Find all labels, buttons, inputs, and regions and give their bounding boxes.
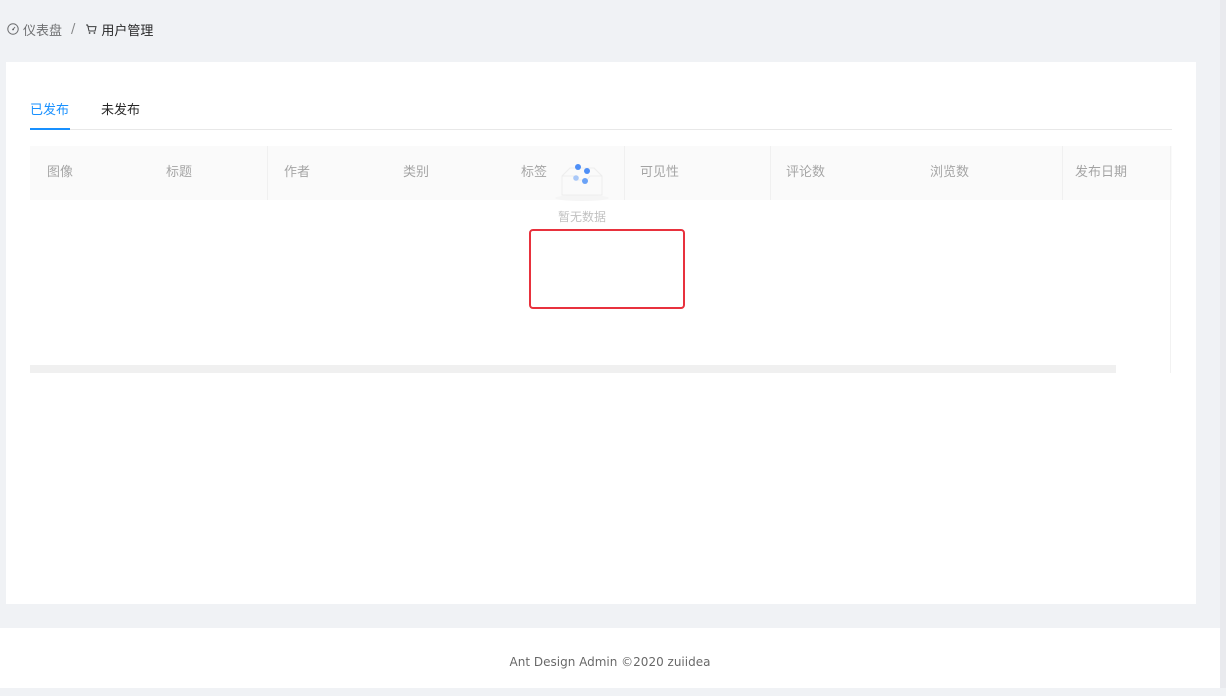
tab-ink-bar [30, 128, 70, 130]
tab-unpublished[interactable]: 未发布 [101, 99, 140, 118]
breadcrumb-separator: / [71, 21, 76, 37]
highlight-box [529, 229, 685, 309]
table-right-edge [1170, 146, 1171, 373]
column-header-author[interactable]: 作者 [284, 146, 310, 200]
tab-published[interactable]: 已发布 [30, 99, 69, 118]
horizontal-scrollbar[interactable] [30, 365, 1116, 373]
empty-description: 暂无数据 [557, 210, 606, 224]
dashboard-icon [6, 23, 19, 36]
column-divider [770, 146, 771, 200]
column-header-views[interactable]: 浏览数 [930, 146, 969, 200]
breadcrumb-current: 用户管理 [84, 20, 153, 39]
content-card: 已发布 未发布 图像 标题 作者 类别 标签 可见性 评论数 浏览数 发布日期 [6, 62, 1196, 604]
column-header-image[interactable]: 图像 [47, 146, 73, 200]
breadcrumb: 仪表盘 / 用户管理 [6, 19, 153, 39]
footer: Ant Design Admin ©2020 zuiidea [0, 628, 1220, 688]
column-divider [1062, 146, 1063, 200]
footer-text: Ant Design Admin ©2020 zuiidea [509, 655, 711, 669]
column-header-title[interactable]: 标题 [166, 146, 192, 200]
column-divider [267, 146, 268, 200]
breadcrumb-home[interactable]: 仪表盘 [6, 20, 62, 39]
empty-state: 暂无数据 [505, 146, 659, 225]
shopping-cart-icon [84, 23, 97, 36]
column-header-publish-date[interactable]: 发布日期 [1075, 146, 1127, 200]
column-header-category[interactable]: 类别 [403, 146, 429, 200]
breadcrumb-home-label: 仪表盘 [23, 23, 63, 39]
empty-inbox-icon [552, 158, 612, 202]
breadcrumb-current-label: 用户管理 [101, 23, 154, 39]
window-scroll-edge [1220, 0, 1226, 688]
column-header-comments[interactable]: 评论数 [786, 146, 825, 200]
tab-bar: 已发布 未发布 [30, 92, 1172, 130]
